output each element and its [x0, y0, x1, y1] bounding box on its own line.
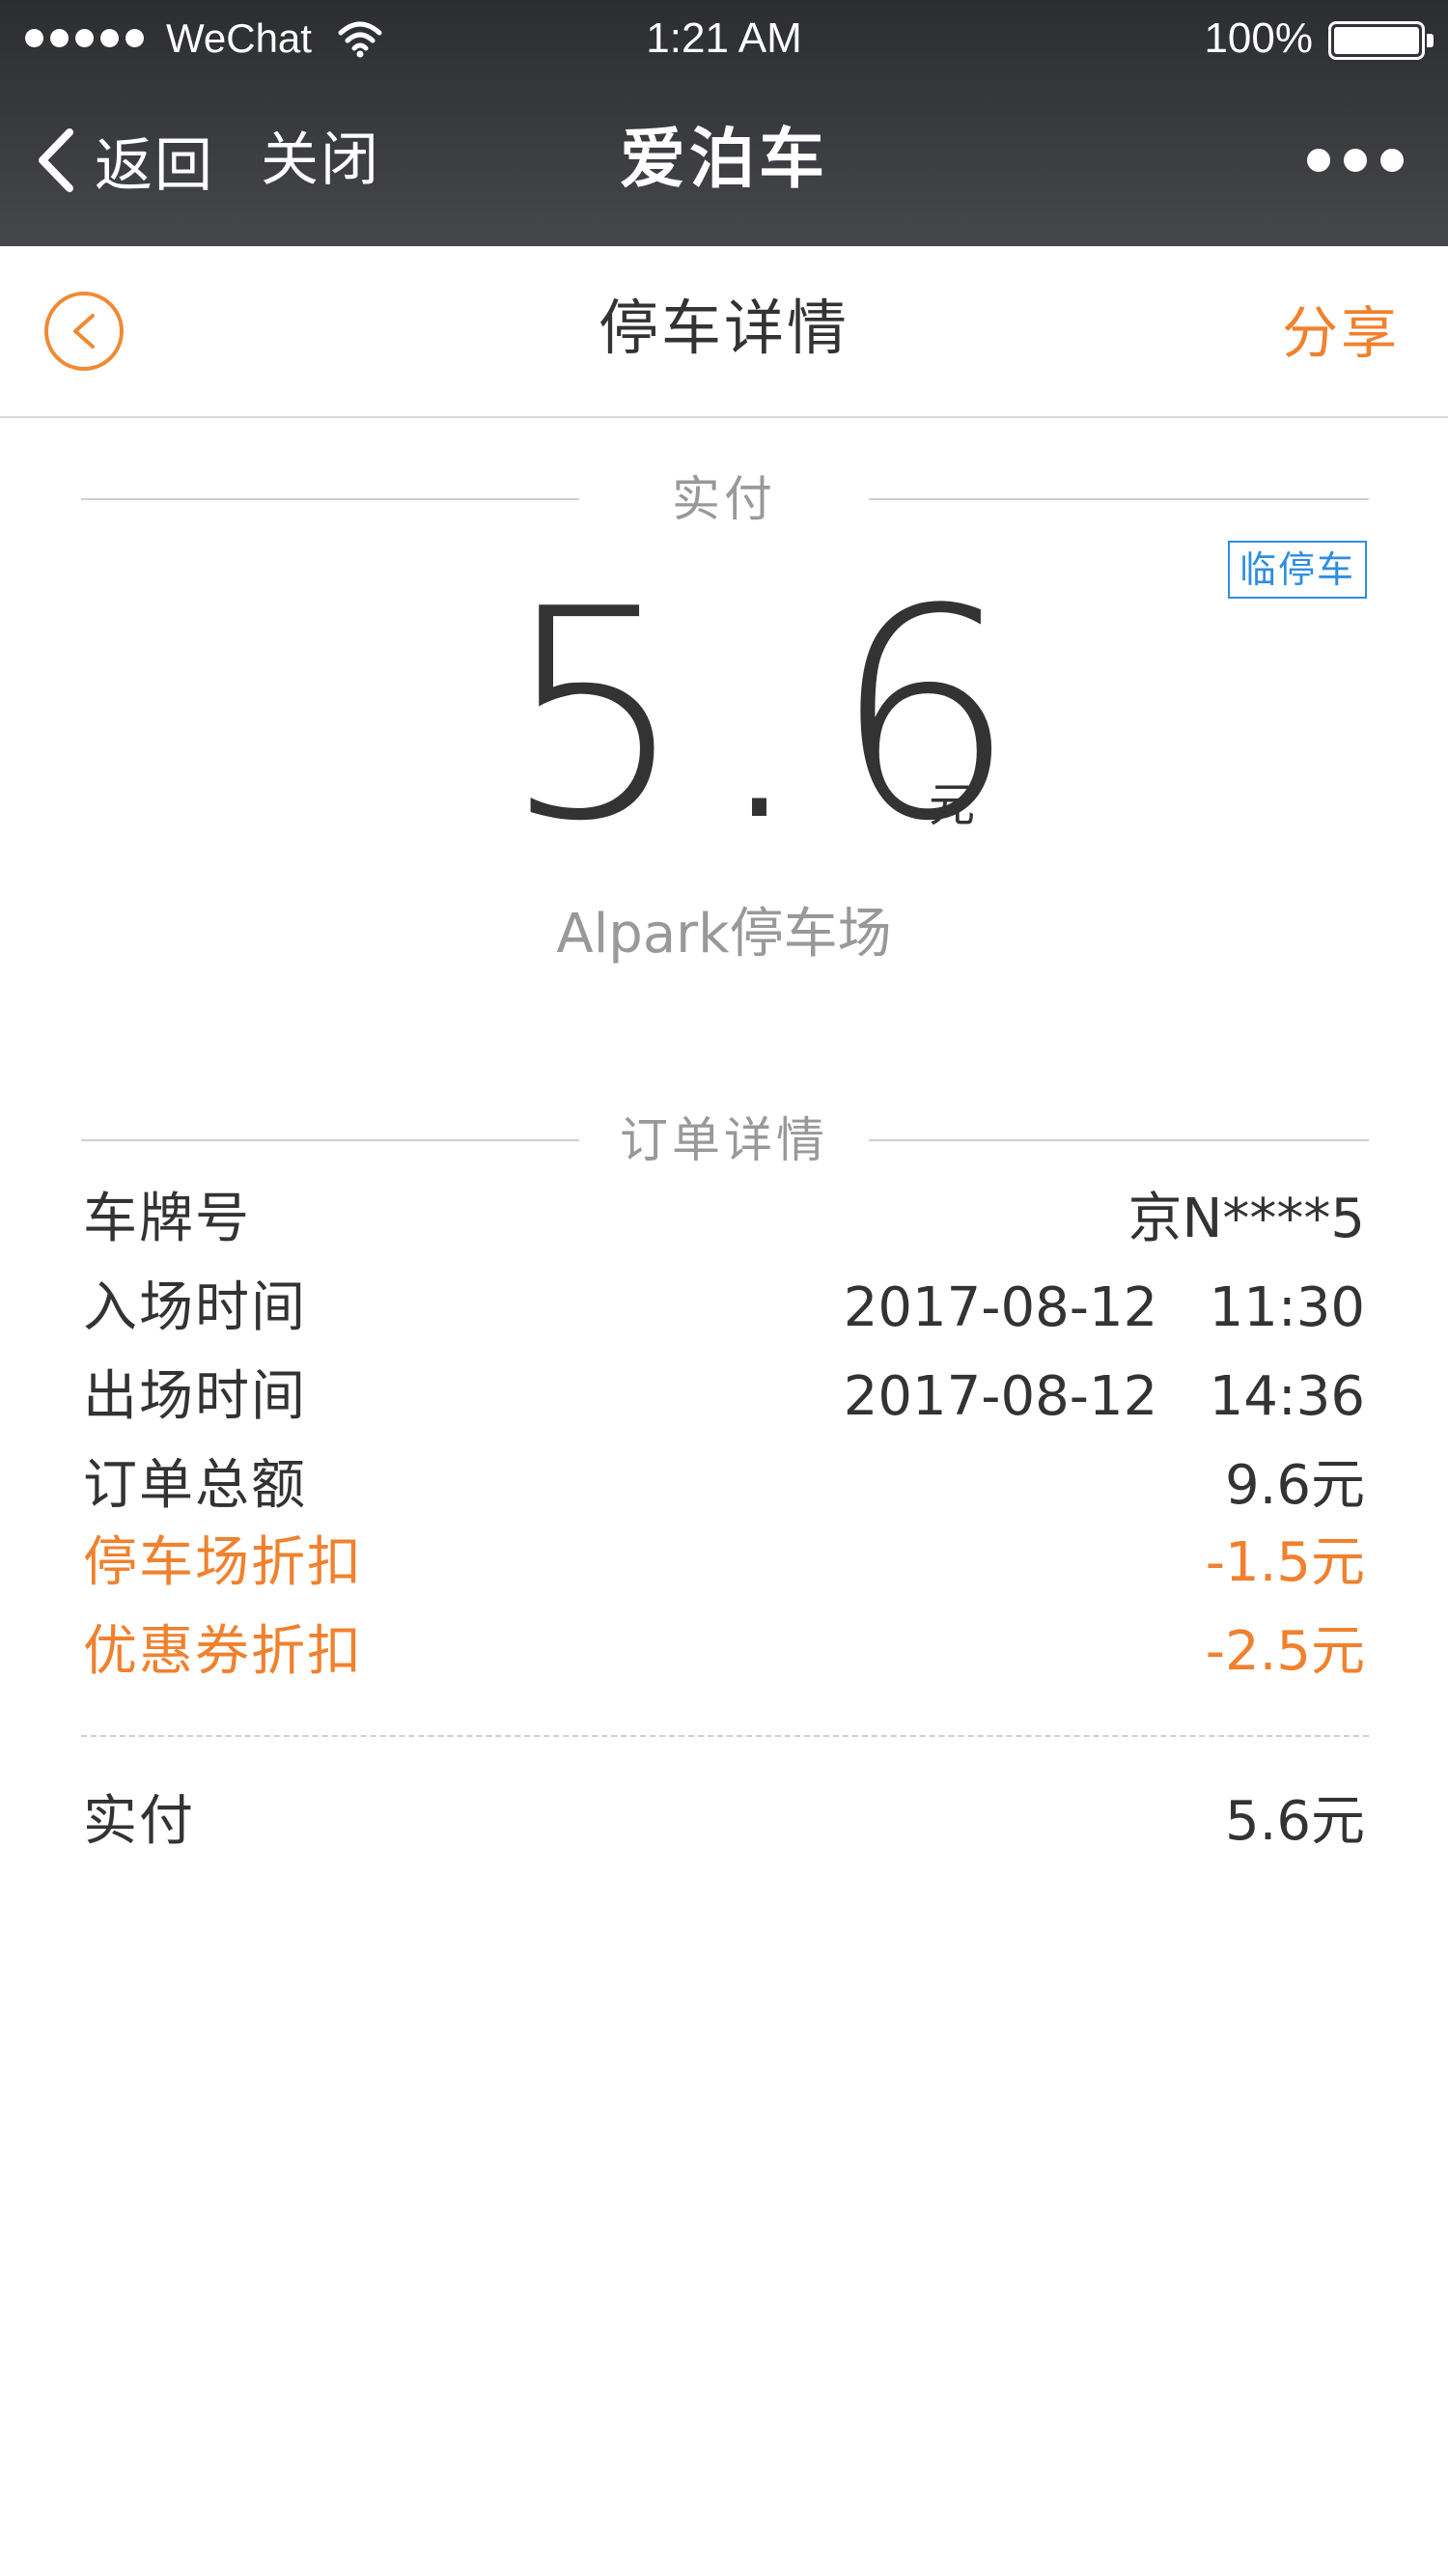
parking-lot-name: Alpark停车场: [556, 903, 892, 966]
paid-total-label: 实付: [83, 1790, 195, 1853]
coupon-discount-value: -2.5元: [1205, 1620, 1365, 1683]
nav-bar: 返回 关闭 爱泊车: [0, 77, 1448, 246]
more-icon[interactable]: [1307, 149, 1404, 172]
exit-time-value: 2017-08-12 14:36: [843, 1365, 1365, 1428]
battery-percent: 100%: [1204, 14, 1313, 62]
wechat-header: WeChat 1:21 AM 100% 返回 关闭 爱泊车: [0, 0, 1448, 246]
paid-total-value: 5.6元: [1224, 1790, 1365, 1853]
nav-title: 爱泊车: [619, 122, 828, 198]
entry-time-value: 2017-08-12 11:30: [843, 1276, 1365, 1339]
plate-value: 京N****5: [1128, 1188, 1365, 1250]
page-title: 停车详情: [598, 293, 849, 363]
parking-type-badge: 临停车: [1228, 541, 1367, 599]
lot-discount-value: -1.5元: [1205, 1531, 1365, 1594]
entry-time-label: 入场时间: [83, 1276, 307, 1339]
order-total-value: 9.6元: [1224, 1454, 1365, 1517]
paid-section-label: 实付: [672, 471, 776, 527]
plate-label: 车牌号: [83, 1188, 251, 1250]
battery-icon: [1328, 21, 1434, 60]
lot-discount-label: 停车场折扣: [83, 1531, 363, 1594]
order-section-label: 订单详情: [620, 1112, 828, 1168]
dashed-divider: [81, 1735, 1369, 1737]
share-button[interactable]: 分享: [1282, 290, 1400, 377]
order-total-label: 订单总额: [83, 1454, 307, 1517]
amount-unit: 元: [929, 778, 976, 832]
coupon-discount-label: 优惠券折扣: [83, 1620, 363, 1683]
status-bar: WeChat 1:21 AM 100%: [0, 0, 1448, 77]
exit-time-label: 出场时间: [83, 1365, 307, 1428]
